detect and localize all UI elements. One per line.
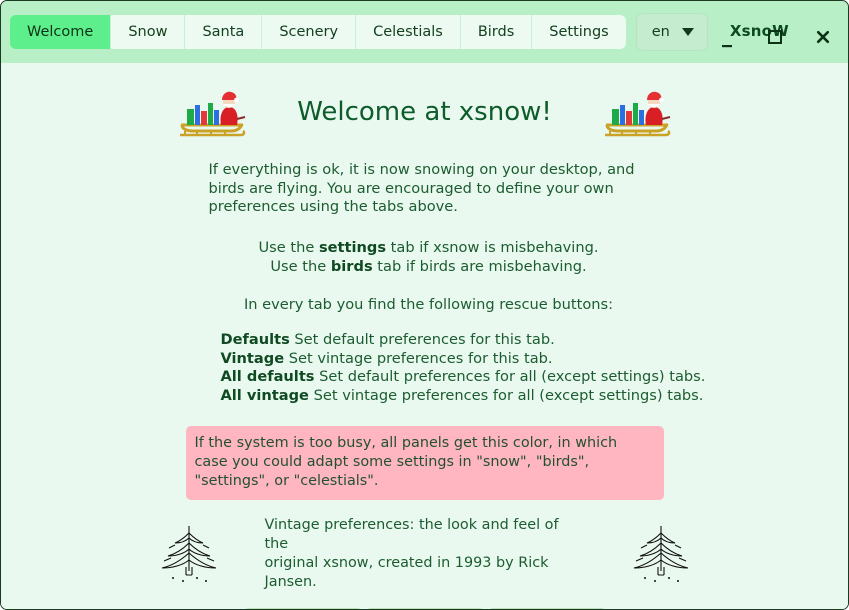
tab-scenery-label: Scenery <box>279 24 339 40</box>
birds-hint-post: tab if birds are misbehaving. <box>372 257 587 275</box>
settings-hint: Use the settings tab if xsnow is misbeha… <box>207 239 651 258</box>
rescue-item: All defaults Set default preferences for… <box>220 368 706 387</box>
birds-hint-pre: Use the <box>270 257 331 275</box>
rescue-item-name: All vintage <box>220 387 309 405</box>
rescue-list: Defaults Set default preferences for thi… <box>199 331 706 406</box>
rescue-item-name: All defaults <box>220 368 315 386</box>
minimize-icon <box>722 45 732 48</box>
rescue-item-desc: Set vintage preferences for this tab. <box>284 349 553 367</box>
intro-paragraph: If everything is ok, it is now snowing o… <box>208 161 635 216</box>
birds-hint: Use the birds tab if birds are misbehavi… <box>207 258 651 277</box>
fir-tree-icon-right <box>633 526 688 583</box>
fir-tree-icon-left <box>161 526 216 583</box>
rescue-item-name: Defaults <box>220 331 290 349</box>
minimize-button[interactable] <box>712 18 742 56</box>
maximize-icon <box>768 30 782 44</box>
language-value: en <box>651 24 670 40</box>
tab-snow-label: Snow <box>128 24 168 40</box>
rescue-item-desc: Set vintage preferences for all (except … <box>308 387 704 405</box>
xsnow-window: Welcome Snow Santa Scenery Celestials Bi… <box>0 0 849 610</box>
rescue-intro: In every tab you find the following resc… <box>243 296 614 314</box>
rescue-item: Vintage Set vintage preferences for this… <box>221 350 651 369</box>
window-controls <box>712 18 838 56</box>
tab-santa-label: Santa <box>202 24 245 40</box>
tab-birds[interactable]: Birds <box>460 15 533 49</box>
tab-welcome[interactable]: Welcome <box>10 15 112 49</box>
rescue-item: All vintage Set vintage preferences for … <box>220 387 704 406</box>
rescue-item-desc: Set default preferences for all (except … <box>314 368 706 386</box>
language-dropdown[interactable]: en <box>635 13 708 51</box>
birds-hint-bold: birds <box>330 257 373 275</box>
tab-snow[interactable]: Snow <box>111 15 186 49</box>
tab-bar: Welcome Snow Santa Scenery Celestials Bi… <box>10 15 626 49</box>
vintage-description: Vintage preferences: the look and feel o… <box>265 516 585 593</box>
welcome-panel: Welcome at xsnow! If everything is ok, i… <box>1 63 848 609</box>
maximize-button[interactable] <box>760 24 790 50</box>
settings-hint-post: tab if xsnow is misbehaving. <box>386 239 599 257</box>
rescue-item: Defaults Set default preferences for thi… <box>221 331 651 350</box>
system-busy-note: If the system is too busy, all panels ge… <box>185 425 664 500</box>
vintage-info-row: Vintage preferences: the look and feel o… <box>1 516 848 593</box>
tab-celestials[interactable]: Celestials <box>356 15 461 49</box>
misbehaving-hints: Use the settings tab if xsnow is misbeha… <box>199 239 651 276</box>
close-button[interactable] <box>808 24 838 50</box>
tab-settings-label: Settings <box>549 24 609 40</box>
tab-birds-label: Birds <box>477 24 515 40</box>
tab-celestials-label: Celestials <box>373 24 443 40</box>
settings-hint-bold: settings <box>318 239 387 257</box>
tab-scenery[interactable]: Scenery <box>262 15 357 49</box>
tab-santa[interactable]: Santa <box>185 15 263 49</box>
title-bar: Welcome Snow Santa Scenery Celestials Bi… <box>1 1 848 63</box>
vintage-line-2: original xsnow, created in 1993 by Rick … <box>264 555 549 591</box>
close-icon <box>816 30 830 44</box>
rescue-item-desc: Set default preferences for this tab. <box>289 331 555 349</box>
santa-sleigh-icon-left <box>180 91 246 137</box>
chevron-down-icon <box>681 28 694 36</box>
headline-row: Welcome at xsnow! <box>1 87 848 137</box>
vintage-line-1: Vintage preferences: the look and feel o… <box>264 516 559 552</box>
tab-welcome-label: Welcome <box>27 24 94 40</box>
santa-sleigh-icon-right <box>604 91 671 137</box>
rescue-item-name: Vintage <box>220 349 285 367</box>
settings-hint-pre: Use the <box>258 239 319 257</box>
tab-settings[interactable]: Settings <box>532 15 626 49</box>
page-title: Welcome at xsnow! <box>297 97 552 127</box>
